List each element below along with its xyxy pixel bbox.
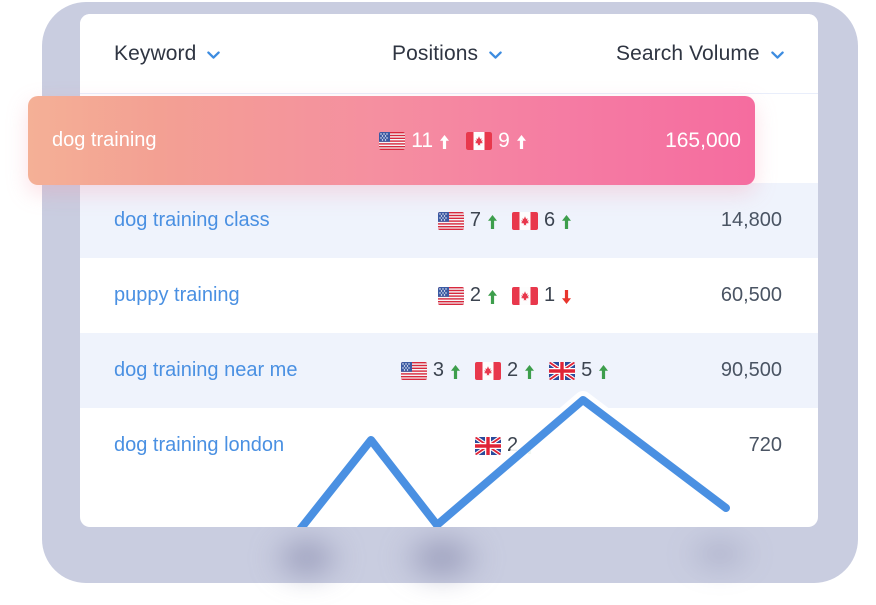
position-rank: 2 bbox=[506, 434, 519, 456]
table-row[interactable]: dog training near me 3 2 5 90,500 bbox=[80, 333, 818, 408]
column-header-search-volume-label: Search Volume bbox=[616, 42, 760, 65]
chart-shadow-blob bbox=[252, 521, 362, 595]
chevron-down-icon[interactable] bbox=[207, 50, 221, 60]
position-rank: 11 bbox=[411, 128, 434, 152]
flag-ca-icon bbox=[512, 286, 538, 305]
position-rank: 2 bbox=[469, 284, 481, 306]
table-body: dog training class 7 6 14,800 puppy trai… bbox=[80, 183, 818, 483]
arrow-up-icon bbox=[487, 214, 498, 230]
flag-ca-icon bbox=[474, 361, 501, 380]
search-volume-value: 720 bbox=[748, 434, 782, 456]
position-item: 6 bbox=[512, 209, 572, 232]
flag-us-icon bbox=[400, 361, 427, 380]
flag-gb-icon bbox=[474, 436, 501, 455]
positions-cell: 3 2 5 bbox=[380, 333, 630, 408]
flag-us-icon bbox=[437, 211, 464, 230]
position-rank: 3 bbox=[432, 359, 444, 381]
position-item: 2 bbox=[437, 284, 498, 307]
keywords-table-card: Keyword Positions Search Volume dog trai… bbox=[80, 14, 818, 527]
search-volume-value-highlighted: 165,000 bbox=[665, 128, 741, 152]
chevron-down-icon[interactable] bbox=[489, 50, 502, 60]
arrow-down-icon bbox=[561, 289, 572, 305]
position-rank: 9 bbox=[498, 128, 510, 152]
search-volume-value: 60,500 bbox=[720, 284, 782, 306]
screenshot-stage: Keyword Positions Search Volume dog trai… bbox=[0, 0, 876, 605]
position-rank: 7 bbox=[469, 209, 481, 231]
position-rank: 6 bbox=[544, 209, 556, 231]
flag-us-icon bbox=[437, 286, 464, 305]
position-item: 2 bbox=[474, 434, 535, 457]
position-rank: 5 bbox=[581, 359, 593, 381]
chart-shadow-blob bbox=[666, 524, 774, 584]
keyword-link[interactable]: dog training london bbox=[114, 408, 284, 483]
arrow-up-icon bbox=[524, 364, 535, 380]
column-header-keyword-label: Keyword bbox=[114, 42, 197, 65]
search-volume-value: 90,500 bbox=[720, 359, 782, 381]
arrow-up-icon bbox=[439, 134, 450, 150]
arrow-up-icon bbox=[516, 134, 527, 150]
table-row[interactable]: dog training london 2 720 bbox=[80, 408, 818, 483]
chevron-down-icon[interactable] bbox=[770, 50, 784, 60]
keyword-label-highlighted: dog training bbox=[52, 129, 157, 151]
arrow-up-icon bbox=[561, 214, 572, 230]
keyword-link[interactable]: puppy training bbox=[114, 258, 240, 333]
table-row-highlighted[interactable]: dog training 11 9 165,000 bbox=[28, 96, 755, 185]
position-item: 9 bbox=[466, 129, 527, 153]
table-row[interactable]: dog training class 7 6 14,800 bbox=[80, 183, 818, 258]
column-header-search-volume[interactable]: Search Volume bbox=[616, 14, 784, 94]
position-item: 7 bbox=[437, 209, 498, 232]
flag-gb-icon bbox=[549, 361, 576, 380]
arrow-up-icon bbox=[598, 364, 609, 380]
table-row[interactable]: puppy training 2 1 60,500 bbox=[80, 258, 818, 333]
position-item: 2 bbox=[474, 359, 535, 382]
column-header-positions-label: Positions bbox=[392, 42, 479, 65]
position-rank: 2 bbox=[506, 359, 519, 381]
positions-cell: 7 6 bbox=[380, 183, 630, 258]
positions-cell: 2 bbox=[380, 258, 630, 333]
keyword-link[interactable]: dog training class bbox=[114, 183, 270, 258]
flag-ca-icon bbox=[512, 211, 538, 230]
keyword-link[interactable]: dog training near me bbox=[114, 333, 297, 408]
chart-shadow-blob bbox=[380, 519, 504, 597]
table-header: Keyword Positions Search Volume bbox=[80, 14, 818, 94]
position-item: 5 bbox=[549, 359, 609, 382]
flag-ca-icon bbox=[466, 131, 493, 150]
position-rank: 1 bbox=[544, 284, 556, 306]
position-item: 1 bbox=[512, 284, 572, 307]
arrow-up-icon bbox=[524, 439, 535, 455]
position-item: 11 bbox=[379, 129, 450, 153]
column-header-positions[interactable]: Positions bbox=[392, 14, 502, 94]
positions-cell-highlighted: 11 9 bbox=[328, 96, 578, 185]
positions-cell: 2 bbox=[380, 408, 630, 483]
arrow-up-icon bbox=[487, 289, 498, 305]
search-volume-value: 14,800 bbox=[720, 209, 782, 231]
flag-us-icon bbox=[379, 131, 406, 150]
position-item: 3 bbox=[400, 359, 461, 382]
column-header-keyword[interactable]: Keyword bbox=[114, 14, 221, 94]
arrow-up-icon bbox=[450, 364, 461, 380]
